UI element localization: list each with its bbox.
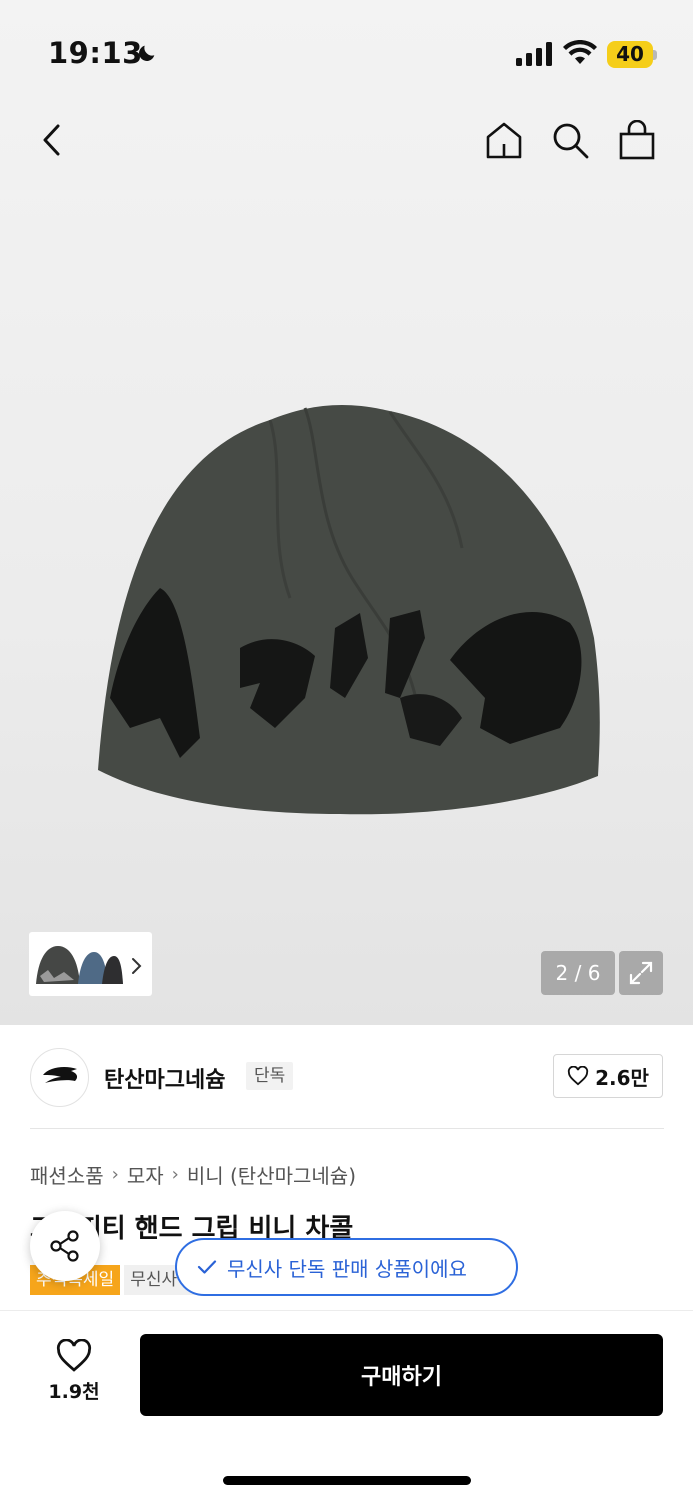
brand-row: 탄산마그네슘 단독 2.6만 [0, 1040, 693, 1120]
image-pager: 2 / 6 [541, 951, 615, 995]
exclusive-badge: 단독 [246, 1062, 294, 1090]
chevron-right-icon: › [111, 1164, 119, 1185]
brand-logo-mark [41, 1067, 81, 1089]
wishlist-button[interactable]: 1.9천 [40, 1339, 108, 1411]
battery-indicator: 40 [607, 41, 657, 68]
brand-like-button[interactable]: 2.6만 [553, 1054, 663, 1098]
share-button[interactable] [30, 1211, 100, 1281]
status-bar: 19:13 40 [0, 0, 693, 100]
toast-text: 무신사 단독 판매 상품이에요 [227, 1256, 467, 1281]
heart-icon [567, 1066, 589, 1086]
battery-level: 40 [616, 42, 644, 66]
chevron-right-icon: › [171, 1164, 179, 1185]
expand-button[interactable] [619, 951, 663, 995]
breadcrumb-item[interactable]: 모자 [127, 1160, 164, 1189]
exclusive-toast: 무신사 단독 판매 상품이에요 [175, 1238, 518, 1296]
back-button[interactable] [28, 116, 76, 164]
search-button[interactable] [546, 116, 594, 164]
home-button[interactable] [480, 116, 528, 164]
check-icon [197, 1260, 217, 1274]
brand-name[interactable]: 탄산마그네슘 [104, 1062, 225, 1094]
home-icon [486, 122, 522, 159]
wishlist-count: 1.9천 [48, 1381, 100, 1403]
beanie-product-image[interactable] [90, 398, 604, 816]
product-gallery[interactable]: 19:13 40 2 / 6 [0, 0, 693, 1025]
chevron-left-icon [43, 124, 60, 156]
thumbnail-images[interactable] [34, 940, 124, 988]
breadcrumb-item[interactable]: 비니 (탄산마그네슘) [187, 1160, 356, 1189]
moon-icon [139, 45, 155, 61]
brand-like-count: 2.6만 [595, 1065, 649, 1090]
share-icon [50, 1230, 79, 1262]
bottom-action-bar: 1.9천 구매하기 [0, 1310, 693, 1500]
heart-icon [56, 1339, 92, 1372]
chevron-right-icon[interactable] [128, 956, 144, 976]
breadcrumb: 패션소품 › 모자 › 비니 (탄산마그네슘) [30, 1160, 356, 1189]
divider [30, 1128, 664, 1129]
signal-icon [516, 42, 552, 66]
brand-logo[interactable] [30, 1048, 89, 1107]
search-icon [553, 123, 589, 159]
breadcrumb-item[interactable]: 패션소품 [30, 1160, 104, 1189]
shopping-bag-button[interactable] [613, 116, 661, 164]
shopping-bag-icon [619, 120, 655, 160]
wifi-icon [563, 40, 597, 64]
status-time: 19:13 [48, 36, 143, 70]
expand-icon [629, 961, 653, 985]
buy-button[interactable]: 구매하기 [140, 1334, 663, 1416]
home-indicator [223, 1476, 471, 1485]
